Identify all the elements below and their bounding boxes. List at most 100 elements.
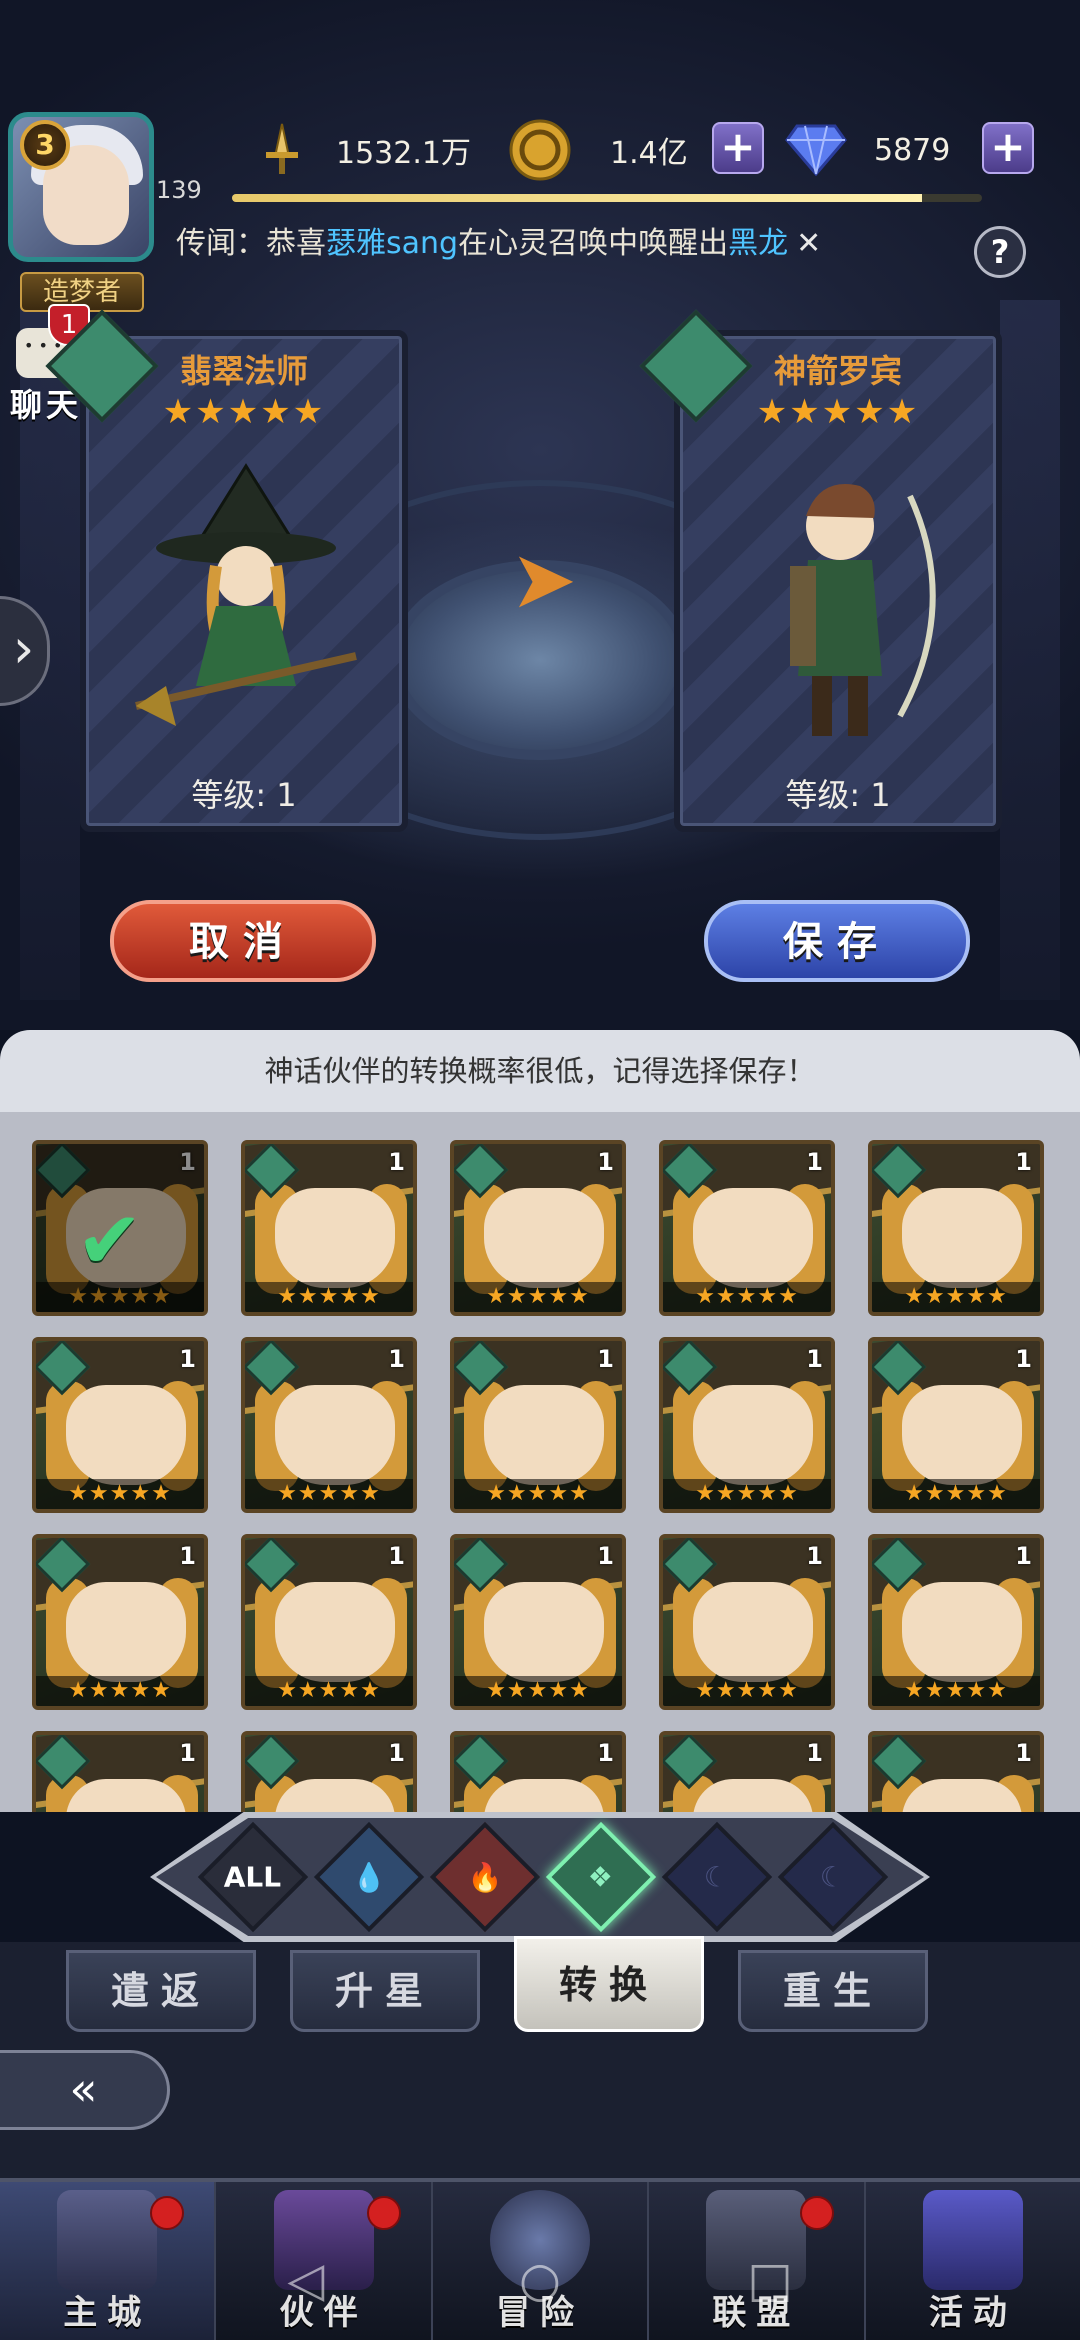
cancel-button[interactable]: 取消 xyxy=(110,900,376,982)
tile-level: 1 xyxy=(1015,1542,1032,1570)
nav-label: 活动 xyxy=(928,2293,1017,2333)
tile-level: 1 xyxy=(388,1739,405,1767)
diamond-value: 5879 xyxy=(874,132,951,168)
tile-stars: ★★★★★ xyxy=(663,1282,831,1312)
tile-stars: ★★★★★ xyxy=(245,1676,413,1706)
hero-tile[interactable]: 1★★★★★ xyxy=(241,1337,417,1513)
pillar-right xyxy=(1000,300,1060,1000)
tile-level: 1 xyxy=(179,1345,196,1373)
tile-level: 1 xyxy=(597,1739,614,1767)
target-hero-level: 等级: 1 xyxy=(785,776,891,814)
face-art xyxy=(66,1385,186,1485)
face-art xyxy=(693,1582,813,1682)
hero-tile[interactable]: 1★★★★★ xyxy=(241,1731,417,1812)
source-hero-card[interactable]: 翡翠法师 ★★★★★ 等级: 1 xyxy=(45,309,408,832)
tile-level: 1 xyxy=(597,1345,614,1373)
hero-tile[interactable]: 1 ★★★★★ xyxy=(868,1140,1044,1316)
hero-tile[interactable]: 1★★★★★ xyxy=(32,1731,208,1812)
xp-bar xyxy=(232,194,982,202)
hero-tile[interactable]: 1★★★★★ xyxy=(659,1337,835,1513)
source-hero-stars: ★★★★★ xyxy=(162,392,326,432)
tab-dismiss[interactable]: 遣返 xyxy=(66,1950,256,2032)
hair-art xyxy=(158,1184,198,1294)
hero-tile[interactable]: 1★★★★★ xyxy=(450,1534,626,1710)
notification-dot xyxy=(150,2196,185,2230)
tip-text: 神话伙伴的转换概率很低，记得选择保存！ xyxy=(0,1030,1080,1112)
back-arrow-icon[interactable]: « xyxy=(0,2050,170,2130)
castle-icon xyxy=(57,2190,158,2290)
sword-icon xyxy=(250,118,314,182)
hero-tile[interactable]: 1★★★★★ xyxy=(450,1731,626,1812)
hero-grid-area[interactable]: 1 ★★★★★ ✔ 1 ★★★★★ 1 ★★★★★ 1 ★★★★★ 1 ★★★★★ 1 ★★★★★ 1 ★★… xyxy=(0,1112,1080,1812)
tab-convert[interactable]: 转换 xyxy=(514,1936,704,2032)
tile-level: 1 xyxy=(806,1739,823,1767)
system-home-icon[interactable]: ○ xyxy=(510,2250,570,2310)
hero-tile[interactable]: 1★★★★★ xyxy=(450,1140,626,1316)
tile-stars: ★★★★★ xyxy=(872,1479,1040,1509)
target-hero-card[interactable]: 神箭罗宾 ★★★★★ 等级: 1 xyxy=(639,309,1002,832)
tile-level: 1 xyxy=(1015,1148,1032,1176)
tile-stars: ★★★★★ xyxy=(663,1676,831,1706)
hero-tile[interactable]: 1 ★★★★★ xyxy=(241,1140,417,1316)
tile-stars: ★★★★★ xyxy=(872,1282,1040,1312)
tile-level: 1 xyxy=(388,1345,405,1373)
tile-level: 1 xyxy=(1015,1345,1032,1373)
cards-icon xyxy=(922,2190,1023,2290)
face-art xyxy=(902,1385,1022,1485)
news-ticker[interactable]: 传闻：恭喜瑟雅sang在心灵召唤中唤醒出黑龙 ✕ xyxy=(176,218,956,266)
hero-tile[interactable]: 1★★★★★ xyxy=(32,1337,208,1513)
hero-tile[interactable]: 1★★★★★ xyxy=(868,1731,1044,1812)
tab-rebirth[interactable]: 重生 xyxy=(738,1950,928,2032)
nav-label: 主城 xyxy=(63,2293,152,2333)
source-hero-name: 翡翠法师 xyxy=(179,352,308,390)
news-prefix: 传闻：恭喜 xyxy=(176,226,326,261)
news-player: 瑟雅sang xyxy=(326,226,459,261)
hero-tile[interactable]: 1 ★★★★★ xyxy=(868,1337,1044,1513)
add-gold-button[interactable]: + xyxy=(712,122,764,174)
system-recents-icon[interactable]: □ xyxy=(740,2250,800,2310)
tab-star-up[interactable]: 升星 xyxy=(290,1950,480,2032)
hero-tile[interactable]: 1 ★★★★★ ✔ xyxy=(32,1140,208,1316)
transform-arrow-icon: ➤ xyxy=(510,533,578,626)
target-hero-name: 神箭罗宾 xyxy=(773,352,902,390)
news-middle: 在心灵召唤中唤醒出 xyxy=(458,226,729,261)
system-back-icon[interactable]: ◁ xyxy=(276,2250,336,2310)
hero-tile[interactable]: 1★★★★★ xyxy=(659,1731,835,1812)
face-art xyxy=(66,1582,186,1682)
notification-dot xyxy=(366,2196,401,2230)
hero-tile[interactable]: 1 ★★★★★ xyxy=(241,1534,417,1710)
help-button[interactable]: ? xyxy=(974,226,1026,278)
face-art xyxy=(902,1188,1022,1288)
tile-level: 1 xyxy=(806,1148,823,1176)
power-value: 1532.1万 xyxy=(336,136,471,171)
tile-level: 1 xyxy=(388,1148,405,1176)
hero-tile[interactable]: 1★★★★★ xyxy=(659,1534,835,1710)
face-art xyxy=(902,1582,1022,1682)
filter-all-label: ALL xyxy=(224,1860,282,1894)
tile-stars: ★★★★★ xyxy=(663,1479,831,1509)
gold-coin-icon xyxy=(508,118,572,182)
nav-main-city[interactable]: 主城 xyxy=(0,2182,217,2340)
archer-figure xyxy=(790,484,936,736)
tile-stars: ★★★★★ xyxy=(245,1282,413,1312)
player-level-badge: 3 xyxy=(20,120,70,170)
hero-tile[interactable]: 1★★★★★ xyxy=(32,1534,208,1710)
source-hero-level: 等级: 1 xyxy=(191,776,297,814)
hero-tile[interactable]: 1 ★★★★★ xyxy=(868,1534,1044,1710)
hero-tile[interactable]: 1 ★★★★★ xyxy=(450,1337,626,1513)
tile-level: 1 xyxy=(597,1148,614,1176)
game-screen: 3 造梦者 139 1532.1万 1.4亿 + 5879 + 传闻：恭喜瑟雅s… xyxy=(0,0,1080,2340)
tile-stars: ★★★★★ xyxy=(454,1479,622,1509)
tile-level: 1 xyxy=(388,1542,405,1570)
hero-grid: 1 ★★★★★ ✔ 1 ★★★★★ 1 ★★★★★ 1 ★★★★★ 1 ★★★★★ 1 ★★★★★ 1 ★★… xyxy=(32,1140,1044,1812)
close-icon[interactable]: ✕ xyxy=(796,226,821,261)
add-diamond-button[interactable]: + xyxy=(982,122,1034,174)
nav-events[interactable]: 活动 xyxy=(866,2182,1080,2340)
face-art xyxy=(484,1188,604,1288)
hero-tile[interactable]: 1 ★★★★★ xyxy=(659,1140,835,1316)
witch-figure xyxy=(135,463,357,726)
diamond-resource: 5879 xyxy=(784,118,950,182)
tile-stars: ★★★★★ xyxy=(872,1676,1040,1706)
power-resource: 1532.1万 xyxy=(250,118,471,182)
save-button[interactable]: 保存 xyxy=(704,900,970,982)
